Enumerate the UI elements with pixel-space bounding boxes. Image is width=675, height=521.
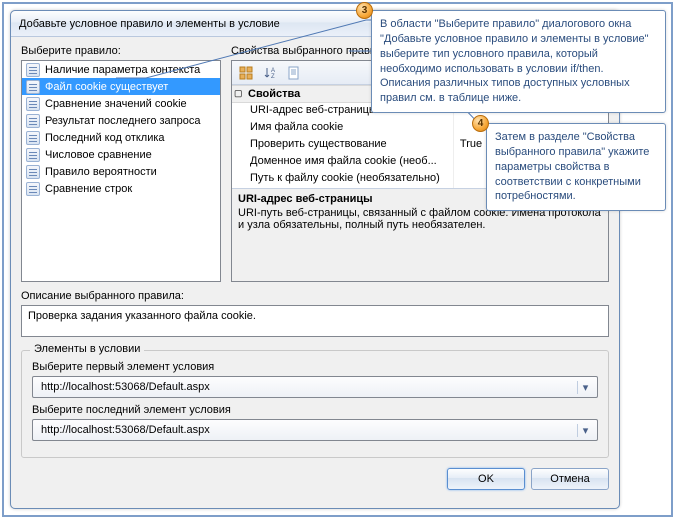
properties-page-button[interactable]: [284, 63, 304, 83]
rule-icon: [26, 80, 40, 94]
categorized-button[interactable]: [236, 63, 256, 83]
first-element-combo[interactable]: http://localhost:53068/Default.aspx ▾: [32, 376, 598, 398]
cancel-button[interactable]: Отмена: [531, 468, 609, 490]
rule-icon: [26, 182, 40, 196]
rule-item[interactable]: Числовое сравнение: [22, 146, 220, 163]
rule-icon: [26, 165, 40, 179]
annotated-figure: Добавьте условное правило и элементы в у…: [2, 2, 673, 517]
rule-description-field: [21, 305, 609, 337]
callout-4: Затем в разделе "Свойства выбранного пра…: [486, 123, 666, 211]
rule-item-selected[interactable]: Файл cookie существует: [22, 78, 220, 95]
rule-description-label: Описание выбранного правила:: [21, 290, 609, 302]
rule-item[interactable]: Результат последнего запроса: [22, 112, 220, 129]
callout-badge-4: 4: [472, 115, 489, 132]
ok-button[interactable]: OK: [447, 468, 525, 490]
chevron-down-icon: ▾: [577, 381, 593, 394]
alphabetical-button[interactable]: AZ: [260, 63, 280, 83]
rule-icon: [26, 114, 40, 128]
rule-description-section: Описание выбранного правила:: [21, 290, 609, 340]
group-legend: Элементы в условии: [30, 343, 144, 355]
rule-item[interactable]: Правило вероятности: [22, 163, 220, 180]
rule-item[interactable]: Сравнение строк: [22, 180, 220, 197]
chevron-down-icon: ▾: [577, 424, 593, 437]
rule-icon: [26, 148, 40, 162]
page-icon: [287, 66, 301, 80]
rule-item[interactable]: Последний код отклика: [22, 129, 220, 146]
condition-elements-group: Элементы в условии Выберите первый элеме…: [21, 350, 609, 458]
rule-item[interactable]: Сравнение значений cookie: [22, 95, 220, 112]
categorized-icon: [239, 66, 253, 80]
callout-3: В области "Выберите правило" диалогового…: [371, 10, 666, 113]
rule-item[interactable]: Наличие параметра контекста: [22, 61, 220, 78]
last-element-combo[interactable]: http://localhost:53068/Default.aspx ▾: [32, 419, 598, 441]
sort-icon: AZ: [263, 66, 277, 80]
rule-list[interactable]: Наличие параметра контекста Файл cookie …: [21, 60, 221, 282]
rule-icon: [26, 131, 40, 145]
dialog-buttons: OK Отмена: [21, 468, 609, 490]
rule-icon: [26, 63, 40, 77]
last-element-label: Выберите последний элемент условия: [32, 404, 598, 416]
svg-text:Z: Z: [271, 74, 275, 80]
rule-list-label: Выберите правило:: [21, 45, 221, 57]
first-element-label: Выберите первый элемент условия: [32, 361, 598, 373]
callout-badge-3: 3: [356, 2, 373, 19]
rule-icon: [26, 97, 40, 111]
